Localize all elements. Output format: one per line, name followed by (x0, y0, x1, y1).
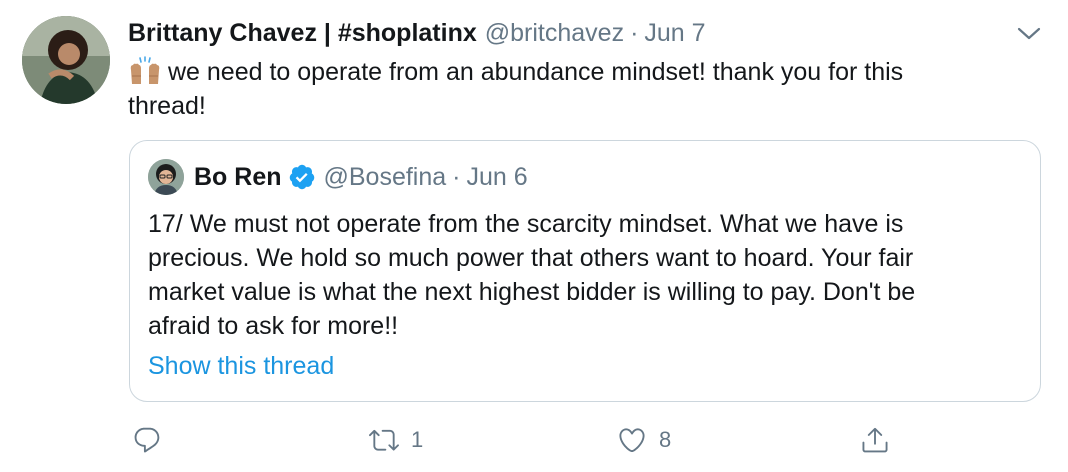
quoted-avatar[interactable] (148, 159, 184, 195)
quoted-text-line-1: 17/ We must not operate from the scarcit… (148, 210, 904, 238)
tweet[interactable]: Brittany Chavez | #shoplatinx @britchave… (0, 0, 1068, 472)
author-name[interactable]: Brittany Chavez | #shoplatinx (128, 16, 477, 50)
raising-hands-icon (128, 56, 162, 86)
quoted-tweet-text: 17/ We must not operate from the scarcit… (148, 207, 1028, 343)
share-icon (860, 425, 890, 455)
quoted-text-line-2: precious. We hold so much power that oth… (148, 244, 914, 272)
verified-badge-icon (288, 163, 316, 191)
heart-icon (617, 425, 647, 455)
quoted-text-line-3: market value is what the next highest bi… (148, 278, 916, 306)
quoted-author-name[interactable]: Bo Ren (194, 160, 282, 194)
retweet-button[interactable]: 1 (369, 420, 423, 460)
separator-dot: · (630, 19, 639, 47)
separator-dot: · (452, 163, 461, 191)
like-count: 8 (659, 427, 672, 452)
quoted-tweet-header: Bo Ren @Bosefina · Jun 6 (194, 160, 528, 194)
tweet-text: we need to operate from an abundance min… (128, 55, 1028, 123)
avatar[interactable] (22, 16, 110, 104)
reply-icon (132, 425, 162, 455)
chevron-down-icon[interactable] (1016, 24, 1042, 44)
like-button[interactable]: 8 (617, 420, 671, 460)
reply-button[interactable] (132, 420, 174, 460)
author-handle[interactable]: @britchavez (485, 16, 624, 50)
quoted-tweet[interactable]: Bo Ren @Bosefina · Jun 6 17/ We must not… (129, 140, 1041, 402)
quoted-text-line-4: afraid to ask for more!! (148, 312, 399, 340)
tweet-date[interactable]: Jun 7 (644, 16, 705, 50)
retweet-count: 1 (411, 427, 424, 452)
quoted-tweet-date[interactable]: Jun 6 (467, 160, 528, 194)
retweet-icon (369, 425, 399, 455)
quoted-author-handle[interactable]: @Bosefina (324, 160, 447, 194)
tweet-text-line-1: we need to operate from an abundance min… (168, 58, 904, 86)
share-button[interactable] (860, 420, 902, 460)
show-thread-link[interactable]: Show this thread (148, 349, 334, 383)
tweet-header: Brittany Chavez | #shoplatinx @britchave… (128, 16, 706, 50)
tweet-text-line-2: thread! (128, 92, 206, 120)
tweet-actions: 1 8 (0, 420, 1068, 460)
